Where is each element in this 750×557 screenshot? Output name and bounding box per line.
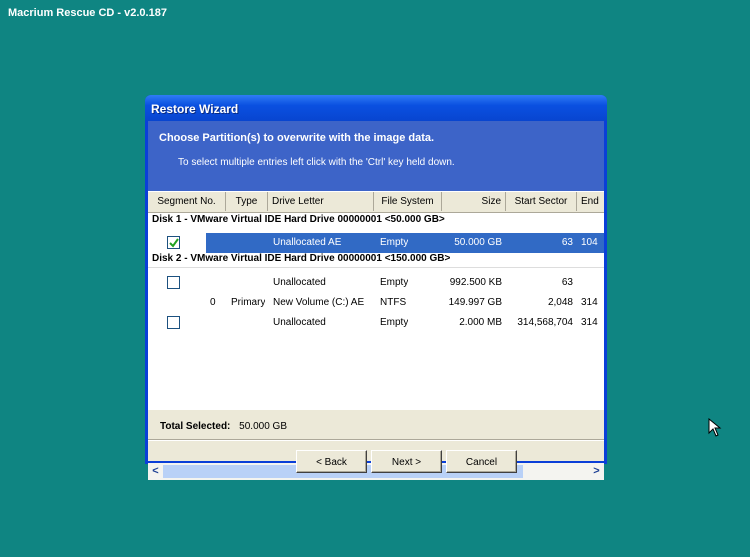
scroll-right-button[interactable]: > <box>589 463 604 480</box>
total-selected-label: Total Selected: <box>160 421 231 432</box>
app-title: Macrium Rescue CD - v2.0.187 <box>8 7 167 19</box>
separator <box>148 439 604 441</box>
total-selected: Total Selected: 50.000 GB <box>160 421 287 432</box>
fs-cell: NTFS <box>380 297 407 308</box>
drive-cell: New Volume (C:) AE <box>273 297 365 308</box>
size-cell: 2.000 MB <box>459 317 502 328</box>
column-drive-letter[interactable]: Drive Letter <box>268 192 374 211</box>
total-selected-value: 50.000 GB <box>239 421 287 432</box>
column-start-sector[interactable]: Start Sector <box>506 192 577 211</box>
disk-2-label: Disk 2 - VMware Virtual IDE Hard Drive 0… <box>152 253 451 264</box>
size-cell: 50.000 GB <box>454 237 502 248</box>
fs-cell: Empty <box>380 277 409 288</box>
segment-cell: 0 <box>210 297 216 308</box>
partition-list[interactable]: Segment No. Type Drive Letter File Syste… <box>148 192 604 480</box>
fs-cell: Empty <box>380 317 409 328</box>
start-cell: 2,048 <box>547 297 573 308</box>
row-checkbox[interactable] <box>167 236 180 249</box>
table-row[interactable]: Unallocated Empty 992.500 KB 63 <box>148 273 604 293</box>
back-button[interactable]: < Back <box>296 450 367 473</box>
disk-1-label: Disk 1 - VMware Virtual IDE Hard Drive 0… <box>152 214 445 225</box>
drive-cell: Unallocated <box>273 317 326 328</box>
column-file-system[interactable]: File System <box>374 192 442 211</box>
end-cell: 314 <box>581 317 598 328</box>
check-icon <box>169 238 179 248</box>
table-row[interactable]: Unallocated Empty 2.000 MB 314,568,704 3… <box>148 313 604 333</box>
cancel-button[interactable]: Cancel <box>446 450 517 473</box>
column-size[interactable]: Size <box>442 192 506 211</box>
type-cell: Primary <box>231 297 266 308</box>
start-cell: 63 <box>561 237 573 248</box>
start-cell: 314,568,704 <box>517 317 573 328</box>
scroll-left-button[interactable]: < <box>148 463 163 480</box>
table-row[interactable]: 0 Primary New Volume (C:) AE NTFS 149.99… <box>148 293 604 313</box>
restore-wizard-window: Restore Wizard Choose Partition(s) to ov… <box>145 95 607 480</box>
wizard-heading: Choose Partition(s) to overwrite with th… <box>159 132 435 144</box>
end-cell: 314 <box>581 297 598 308</box>
size-cell: 149.997 GB <box>448 297 502 308</box>
drive-cell: Unallocated <box>273 277 326 288</box>
title-bar[interactable]: Restore Wizard <box>145 95 607 121</box>
drive-cell: Unallocated AE <box>273 237 342 248</box>
row-checkbox[interactable] <box>167 316 180 329</box>
row-checkbox[interactable] <box>167 276 180 289</box>
next-button[interactable]: Next > <box>371 450 442 473</box>
wizard-client: Choose Partition(s) to overwrite with th… <box>148 121 604 480</box>
divider <box>148 267 604 268</box>
column-headers: Segment No. Type Drive Letter File Syste… <box>148 192 604 213</box>
column-type[interactable]: Type <box>226 192 268 211</box>
mouse-cursor-icon <box>708 418 722 437</box>
window-title: Restore Wizard <box>151 102 239 116</box>
end-cell: 104 <box>581 237 598 248</box>
wizard-subheading: To select multiple entries left click wi… <box>178 157 455 168</box>
column-segment[interactable]: Segment No. <box>148 192 226 211</box>
size-cell: 992.500 KB <box>449 277 502 288</box>
start-cell: 63 <box>561 277 573 288</box>
column-end[interactable]: End <box>577 192 607 211</box>
table-row[interactable]: Unallocated AE Empty 50.000 GB 63 104 <box>148 233 604 253</box>
wizard-header: Choose Partition(s) to overwrite with th… <box>148 121 604 192</box>
fs-cell: Empty <box>380 237 409 248</box>
